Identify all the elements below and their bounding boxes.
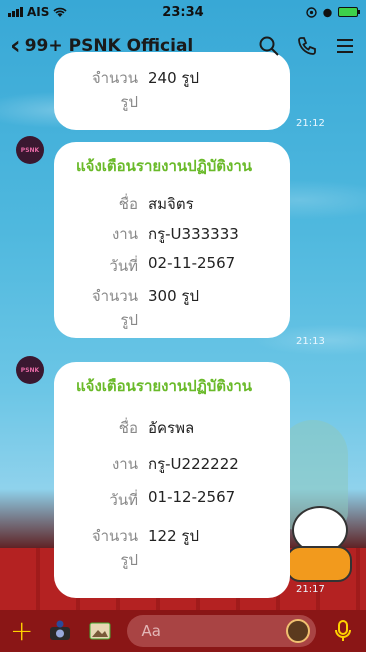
message-row: จำนวนรูป 240 รูป (76, 66, 276, 114)
message-row: ชื่อ สมจิตร (76, 192, 276, 216)
message-bubble[interactable]: แจ้งเตือนรายงานปฏิบัติงาน ชื่อ สมจิตร งา… (54, 142, 290, 338)
message-row: วันที่ 01-12-2567 (76, 488, 276, 512)
message-row: ชื่อ อัครพล (76, 416, 276, 440)
message-row: จำนวนรูป 300 รูป (76, 284, 276, 332)
emoji-icon[interactable] (286, 619, 310, 643)
row-label: ชื่อ (118, 419, 138, 437)
message-title: แจ้งเตือนรายงานปฏิบัติงาน (76, 377, 253, 395)
search-icon[interactable] (258, 35, 280, 57)
status-bar: AIS 23:34 (0, 0, 366, 24)
message-row: จำนวนรูป 122 รูป (76, 524, 276, 572)
background-bear-sticker (282, 500, 356, 586)
message-row: วันที่ 02-11-2567 (76, 254, 276, 278)
row-value: อัครพล (148, 419, 195, 437)
signal-icon (8, 7, 23, 17)
status-right (306, 6, 360, 18)
carrier-label: AIS (27, 5, 50, 19)
row-label: จำนวนรูป (91, 287, 138, 329)
wifi-icon (53, 7, 67, 17)
row-value: 300 รูป (148, 287, 199, 305)
row-label: ชื่อ (118, 195, 138, 213)
header-actions (258, 35, 356, 57)
row-value: สมจิตร (148, 195, 194, 213)
message-bubble[interactable]: แจ้งเตือนรายงานปฏิบัติงาน ชื่อ อัครพล งา… (54, 362, 290, 598)
message-row: งาน กรู-U222222 (76, 452, 276, 476)
chat-header: ‹ 99+ PSNK Official (0, 24, 366, 68)
row-value: 02-11-2567 (148, 254, 236, 272)
menu-icon[interactable] (334, 35, 356, 57)
message-time: 21:17 (296, 584, 325, 595)
phone-icon[interactable] (296, 35, 318, 57)
row-value: กรู-U222222 (148, 455, 239, 473)
message-time: 21:12 (296, 118, 325, 129)
sender-avatar[interactable]: PSNK (16, 136, 44, 164)
alarm-icon (323, 8, 332, 17)
row-value: 01-12-2567 (148, 488, 236, 506)
chat-title: PSNK Official (68, 36, 194, 56)
camera-icon[interactable] (47, 618, 73, 644)
message-composer: + Aa (0, 610, 366, 652)
row-label: วันที่ (109, 491, 138, 509)
bear-body (286, 546, 352, 582)
message-row: งาน กรู-U333333 (76, 222, 276, 246)
back-button[interactable]: ‹ 99+ (10, 33, 63, 59)
row-label: งาน (111, 455, 138, 473)
message-time: 21:13 (296, 336, 325, 347)
message-input-placeholder: Aa (141, 622, 161, 640)
row-label: วันที่ (109, 257, 138, 275)
battery-icon (338, 7, 360, 17)
unread-count: 99+ (24, 36, 63, 56)
sender-avatar[interactable]: PSNK (16, 356, 44, 384)
mic-icon[interactable] (330, 618, 356, 644)
row-value: กรู-U333333 (148, 225, 239, 243)
row-label: จำนวนรูป (91, 527, 138, 569)
back-chevron-icon: ‹ (10, 31, 21, 61)
row-value: 122 รูป (148, 527, 199, 545)
plus-icon[interactable]: + (10, 617, 33, 645)
status-left: AIS (8, 5, 67, 19)
message-input[interactable]: Aa (127, 615, 316, 647)
message-title: แจ้งเตือนรายงานปฏิบัติงาน (76, 157, 253, 175)
row-label: จำนวนรูป (91, 69, 138, 111)
location-icon (306, 6, 317, 18)
gallery-icon[interactable] (87, 618, 113, 644)
row-value: 240 รูป (148, 69, 199, 87)
row-label: งาน (111, 225, 138, 243)
